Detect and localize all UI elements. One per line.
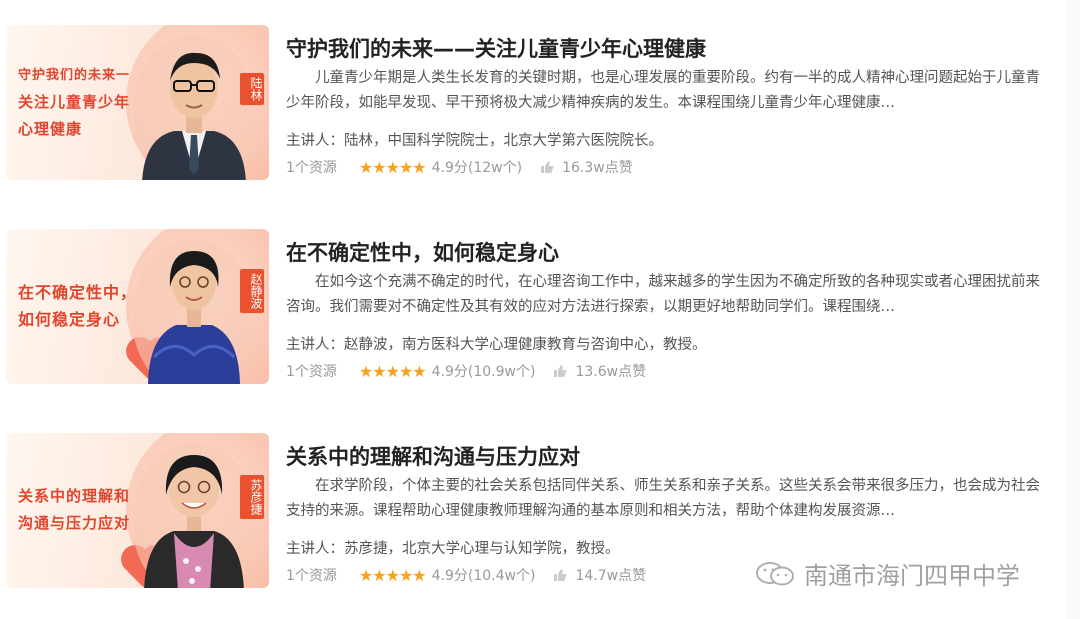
likes-count: 13.6w点赞 [575, 364, 647, 380]
course-speaker: 主讲人：陆林，中国科学院院士，北京大学第六医院院长。 [286, 133, 663, 149]
speaker-name-tag: 苏彦捷 [240, 475, 264, 519]
star-icon: ★★★★★ [358, 361, 427, 381]
rating-text: 4.9分(10.4w个) [431, 568, 536, 584]
course-card[interactable]: 在不确定性中， 如何稳定身心 赵静波 在不确定性中，如何稳定身心 在如今这个充满… [0, 229, 1080, 394]
resource-count: 1个资源 [286, 568, 337, 584]
course-meta: 1个资源 ★★★★★ 4.9分(12w个) 16.3w点赞 [286, 157, 633, 177]
speaker-name-tag: 陆林 [240, 73, 264, 105]
course-speaker: 主讲人：赵静波，南方医科大学心理健康教育与咨询中心，教授。 [286, 337, 707, 353]
course-speaker: 主讲人：苏彦捷，北京大学心理与认知学院，教授。 [286, 541, 620, 557]
thumbs-up-icon [554, 569, 567, 581]
rating-text: 4.9分(12w个) [431, 160, 523, 176]
course-thumbnail[interactable]: 守护我们的未来一 关注儿童青少年 心理健康 陆林 [6, 25, 269, 180]
thumbnail-title: 守护我们的未来一 关注儿童青少年 心理健康 [18, 68, 131, 138]
course-description: 在求学阶段，个体主要的社会关系包括同伴关系、师生关系和亲子关系。这些关系会带来很… [286, 478, 1040, 519]
likes-count: 16.3w点赞 [562, 160, 633, 176]
star-icon: ★★★★★ [358, 565, 427, 585]
thumbs-up-icon [541, 161, 554, 173]
speaker-photo [132, 237, 256, 384]
course-title[interactable]: 关系中的理解和沟通与压力应对 [286, 441, 580, 471]
course-description: 在如今这个充满不确定的时代，在心理咨询工作中，越来越多的学生因为不确定所致的各种… [286, 274, 1040, 315]
resource-count: 1个资源 [286, 160, 337, 176]
thumbnail-title: 在不确定性中， 如何稳定身心 [18, 283, 138, 329]
course-card[interactable]: 守护我们的未来一 关注儿童青少年 心理健康 陆林 守护我们的未来——关注儿童青少… [0, 25, 1080, 190]
course-thumbnail[interactable]: 在不确定性中， 如何稳定身心 赵静波 [6, 229, 269, 384]
speaker-name-tag: 赵静波 [240, 269, 264, 313]
speaker-photo [132, 441, 256, 588]
resource-count: 1个资源 [286, 364, 337, 380]
watermark: 南通市海门四甲中学 [754, 556, 1020, 591]
course-thumbnail[interactable]: 关系中的理解和 沟通与压力应对 苏彦捷 [6, 433, 269, 588]
watermark-text: 南通市海门四甲中学 [804, 562, 1020, 590]
thumbs-up-icon [554, 365, 567, 377]
rating-text: 4.9分(10.9w个) [431, 364, 536, 380]
course-title[interactable]: 守护我们的未来——关注儿童青少年心理健康 [286, 33, 706, 63]
course-description: 儿童青少年期是人类生长发育的关键时期，也是心理发展的重要阶段。约有一半的成人精神… [286, 70, 1040, 111]
course-title[interactable]: 在不确定性中，如何稳定身心 [286, 237, 559, 267]
likes-count: 14.7w点赞 [575, 568, 647, 584]
thumbnail-title: 关系中的理解和 沟通与压力应对 [18, 487, 131, 532]
speaker-photo [132, 33, 256, 180]
course-meta: 1个资源 ★★★★★ 4.9分(10.4w个) 14.7w点赞 [286, 565, 646, 585]
star-icon: ★★★★★ [358, 157, 427, 177]
wechat-icon [756, 561, 794, 585]
course-meta: 1个资源 ★★★★★ 4.9分(10.9w个) 13.6w点赞 [286, 361, 646, 381]
